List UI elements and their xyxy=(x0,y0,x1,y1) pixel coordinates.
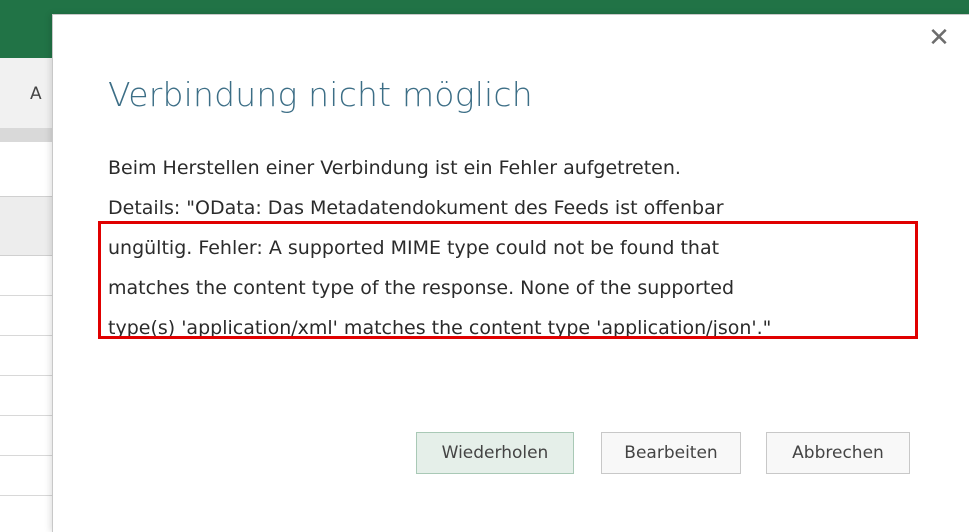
close-icon[interactable]: ✕ xyxy=(926,25,952,51)
error-line: Beim Herstellen einer Verbindung ist ein… xyxy=(108,157,681,179)
cancel-button[interactable]: Abbrechen xyxy=(766,432,910,474)
error-dialog: ✕ Verbindung nicht möglich Beim Herstell… xyxy=(52,14,969,532)
retry-button[interactable]: Wiederholen xyxy=(416,432,574,474)
error-message: Beim Herstellen einer Verbindung ist ein… xyxy=(108,148,928,348)
row-divider xyxy=(0,335,52,336)
row-header-band xyxy=(0,128,52,142)
error-line: ungültig. Fehler: A supported MIME type … xyxy=(108,237,720,259)
edit-button[interactable]: Bearbeiten xyxy=(601,432,741,474)
row-divider xyxy=(0,455,52,456)
selected-row-band xyxy=(0,196,52,256)
row-divider xyxy=(0,295,52,296)
error-line: type(s) 'application/xml' matches the co… xyxy=(108,317,772,339)
error-line: Details: "OData: Das Metadatendokument d… xyxy=(108,197,724,219)
dialog-title: Verbindung nicht möglich xyxy=(108,75,533,114)
row-divider xyxy=(0,415,52,416)
error-line: matches the content type of the response… xyxy=(108,277,735,299)
column-header xyxy=(0,58,52,129)
column-letter: A xyxy=(30,84,42,104)
row-divider xyxy=(0,375,52,376)
row-divider xyxy=(0,495,52,496)
